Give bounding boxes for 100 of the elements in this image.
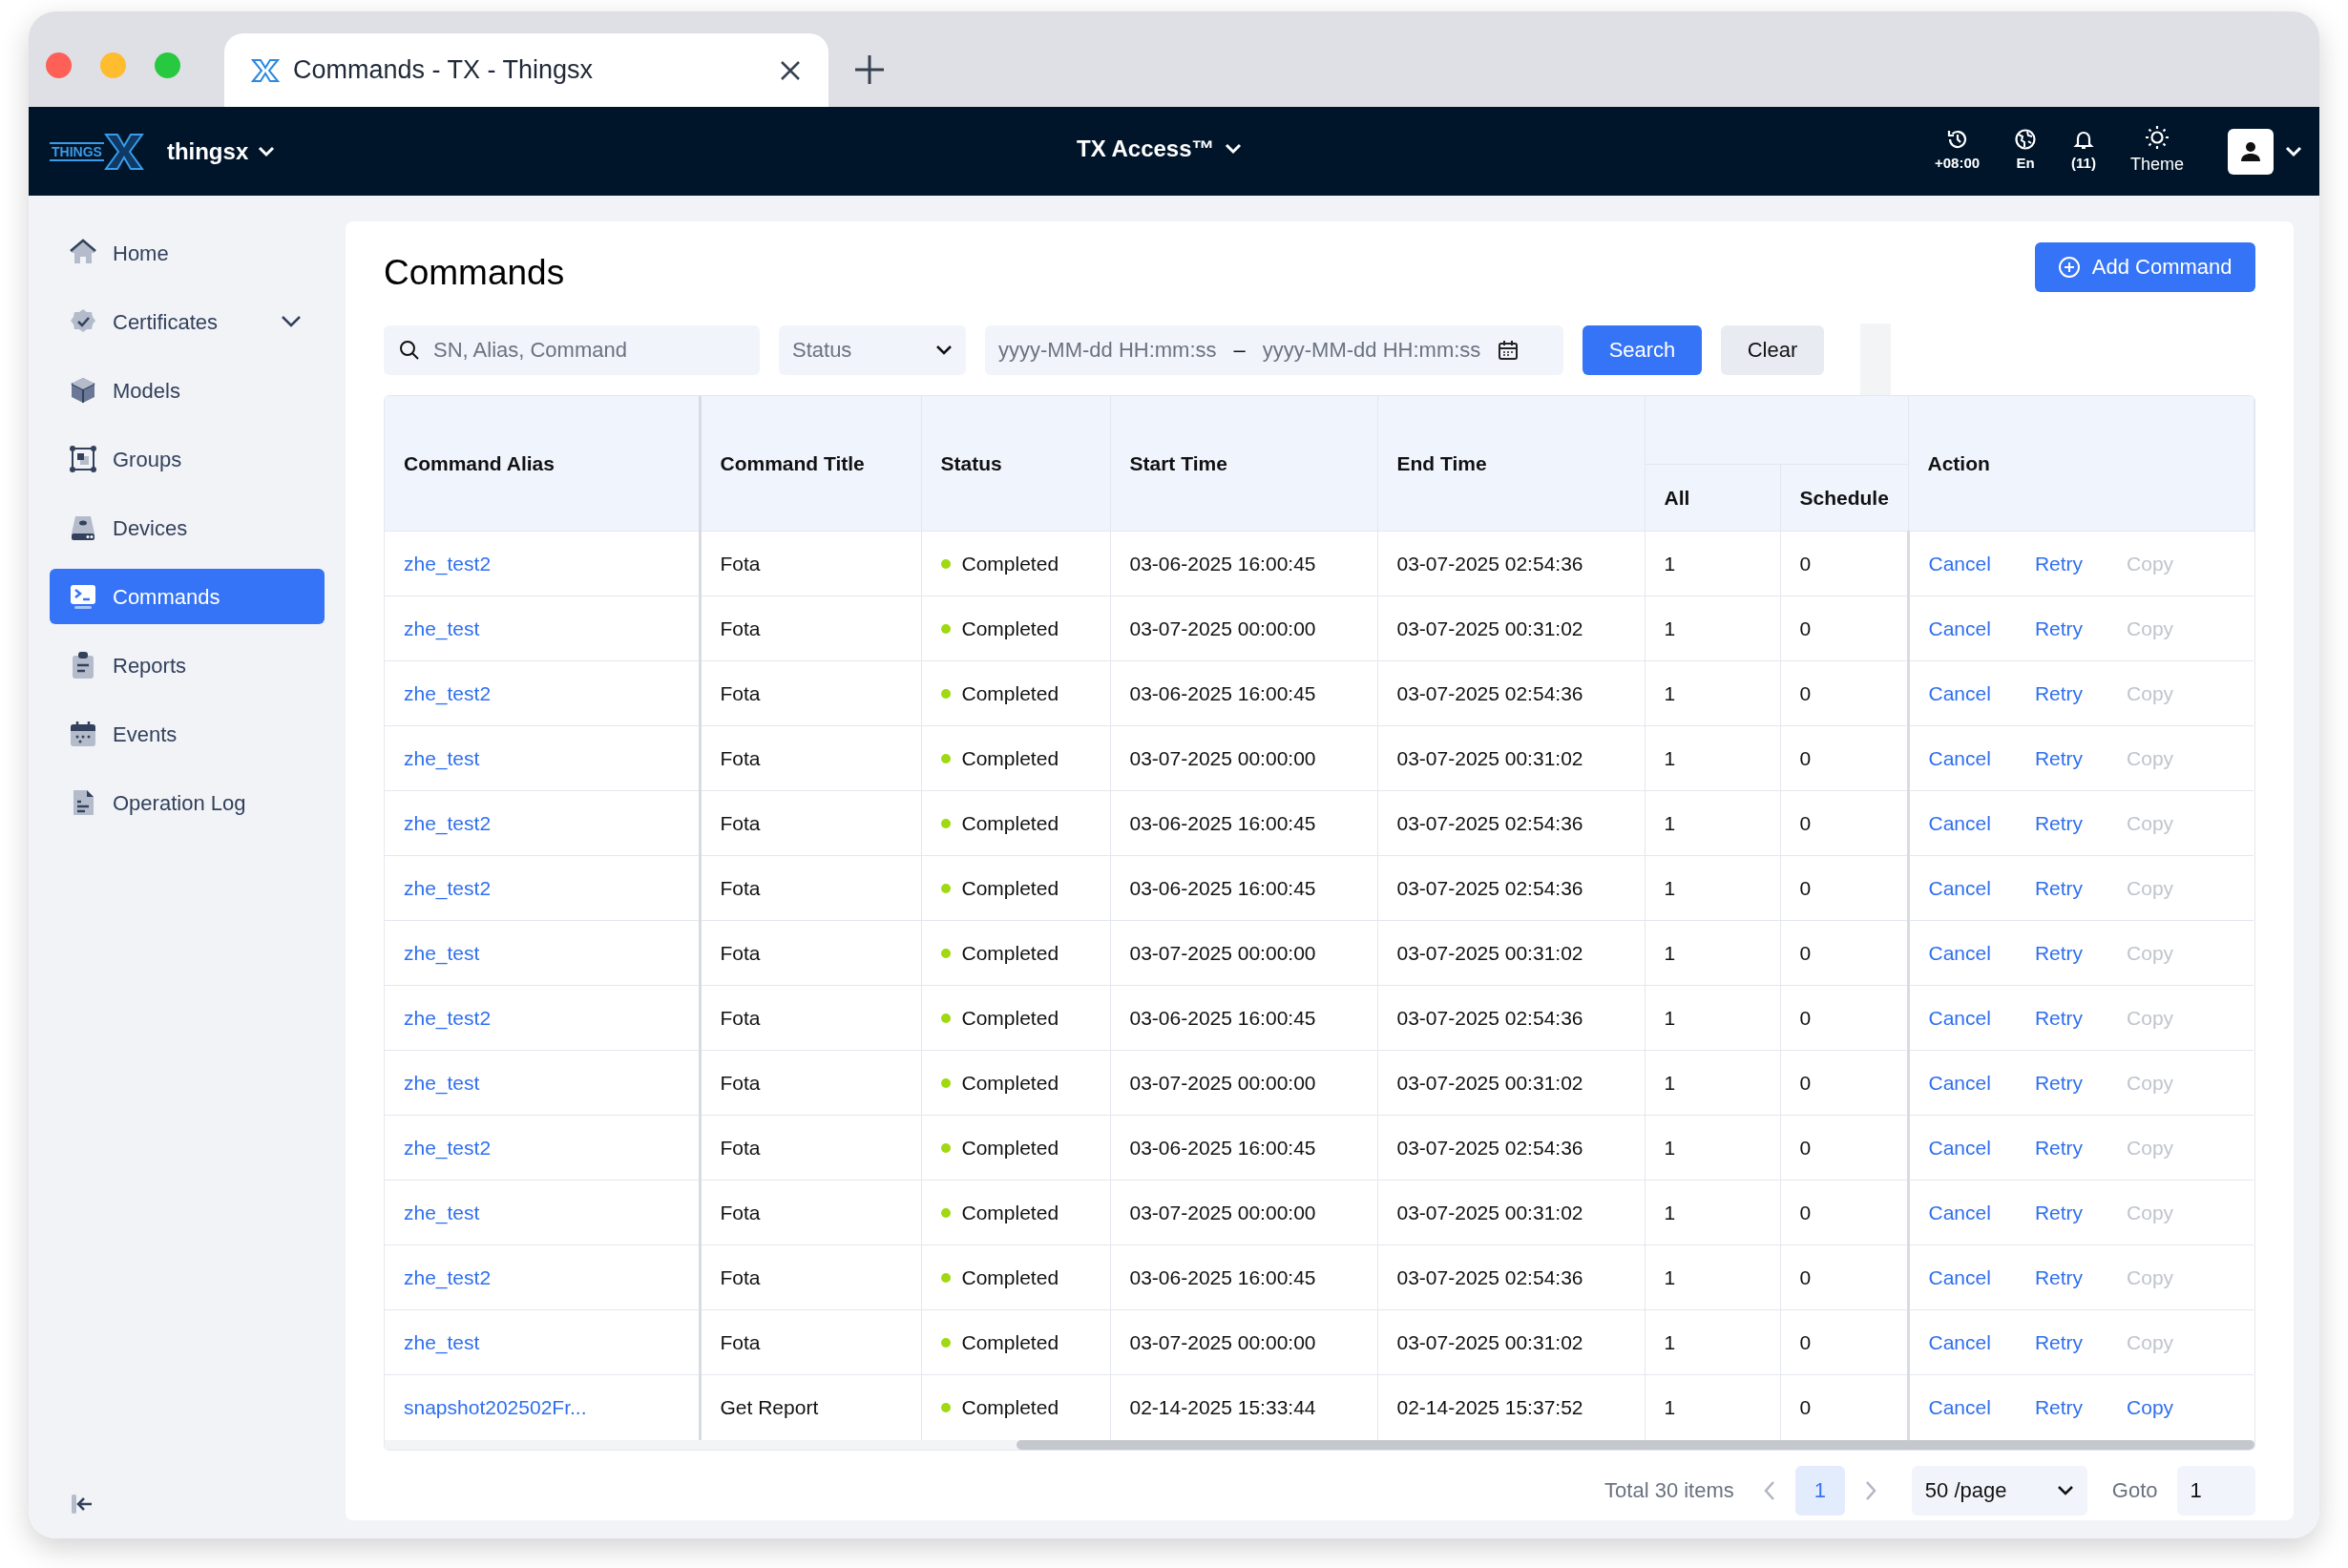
theme-button[interactable]: Theme [2129,125,2184,178]
command-alias-link[interactable]: zhe_test2 [404,1006,492,1029]
command-alias-link[interactable]: zhe_test [404,617,480,639]
command-alias-link[interactable]: zhe_test2 [404,876,492,899]
column-header: All [1645,464,1780,532]
clear-button[interactable]: Clear [1721,324,1824,375]
sidebar-item[interactable]: Models [50,363,325,418]
table-cell: 1 [1645,1244,1780,1310]
action-link[interactable]: Retry [2034,1392,2084,1423]
table-cell: 1 [1645,790,1780,856]
table-cell: 1 [1645,1115,1780,1181]
action-link[interactable]: Retry [2034,1132,2084,1163]
action-link[interactable]: Cancel [1928,1132,1991,1163]
status-text: Completed [961,1070,1059,1096]
action-link[interactable]: Retry [2034,742,2084,774]
action-link[interactable]: Retry [2034,1067,2084,1098]
notifications-button[interactable]: (11) [2071,128,2096,175]
command-alias-link[interactable]: zhe_test2 [404,811,492,834]
chevron-down-icon [258,145,276,157]
action-link[interactable]: Retry [2034,872,2084,904]
command-alias-link[interactable]: zhe_test [404,746,480,769]
action-link[interactable]: Retry [2034,937,2084,969]
action-link[interactable]: Cancel [1928,1002,1991,1034]
add-command-button[interactable]: Add Command [2034,241,2255,292]
action-link[interactable]: Retry [2034,807,2084,839]
action-link[interactable]: Cancel [1928,872,1991,904]
command-alias-link[interactable]: zhe_test [404,941,480,964]
table-cell: 1 [1645,660,1780,726]
action-link[interactable]: Cancel [1928,1392,1991,1423]
product-dropdown[interactable]: TX Access™ [1077,132,1242,166]
action-link[interactable]: Cancel [1928,548,1991,579]
sidebar-item[interactable]: Home [50,225,325,281]
command-alias-link[interactable]: zhe_test [404,1201,480,1223]
action-link[interactable]: Retry [2034,613,2084,644]
action-link[interactable]: Copy [2127,1392,2174,1423]
status-select[interactable]: Status [779,324,966,375]
table-cell: Fota [700,855,921,921]
table-cell: Fota [700,1180,921,1245]
command-alias-link[interactable]: zhe_test2 [404,681,492,704]
action-link[interactable]: Retry [2034,678,2084,709]
table-cell: 0 [1780,1180,1908,1245]
workspace-dropdown[interactable]: thingsx [166,134,276,169]
search-field[interactable]: SN, Alias, Command [384,324,760,375]
goto-field[interactable]: 1 [2176,1465,2255,1516]
table-cell: 03-07-2025 00:31:02 [1377,1309,1645,1375]
command-alias-link[interactable]: zhe_test2 [404,1136,492,1159]
sidebar-item[interactable]: Reports [50,638,325,693]
sidebar-item[interactable]: Groups [50,431,325,487]
page-number-button[interactable]: 1 [1794,1465,1845,1516]
search-button[interactable]: Search [1583,324,1702,375]
table-cell: 03-07-2025 00:00:00 [1110,1050,1377,1116]
action-link[interactable]: Retry [2034,1327,2084,1358]
action-link[interactable]: Retry [2034,1262,2084,1293]
table-cell: 0 [1780,985,1908,1051]
sidebar-item[interactable]: Events [50,706,325,762]
table-cell: 1 [1645,920,1780,986]
action-link[interactable]: Cancel [1928,613,1991,644]
action-link[interactable]: Cancel [1928,1067,1991,1098]
action-link[interactable]: Cancel [1928,678,1991,709]
action-link[interactable]: Retry [2034,1002,2084,1034]
action-link[interactable]: Cancel [1928,807,1991,839]
table-cell: 1 [1645,596,1780,661]
collapse-sidebar-icon[interactable] [71,1493,94,1516]
command-alias-link[interactable]: zhe_test [404,1071,480,1094]
new-tab-icon[interactable] [853,53,886,86]
action-link[interactable]: Cancel [1928,1327,1991,1358]
table-cell: 03-07-2025 02:54:36 [1377,985,1645,1051]
table-cell: Fota [700,531,921,596]
sidebar-item[interactable]: Commands [50,569,325,624]
command-alias-link[interactable]: snapshot202502Fr... [404,1396,587,1418]
command-alias-link[interactable]: zhe_test [404,1330,480,1353]
total-items-text: Total 30 items [1604,1477,1734,1504]
table-cell: 02-14-2025 15:33:44 [1110,1374,1377,1440]
table-cell: 03-06-2025 16:00:45 [1110,790,1377,856]
device-icon [69,513,97,542]
user-avatar-button[interactable] [2228,128,2274,175]
action-link[interactable]: Cancel [1928,1197,1991,1228]
close-tab-icon[interactable] [779,58,802,82]
browser-tab[interactable]: Commands - TX - Thingsx [224,33,828,107]
timezone-button[interactable]: +08:00 [1935,128,1981,175]
next-page-icon[interactable] [1863,1479,1877,1501]
action-link[interactable]: Retry [2034,1197,2084,1228]
globe-icon [2014,128,2038,152]
action-link[interactable]: Cancel [1928,1262,1991,1293]
page-size-select[interactable]: 50 /page [1911,1465,2087,1516]
action-link[interactable]: Retry [2034,548,2084,579]
page-title: Commands [384,252,565,294]
table-cell: Fota [700,985,921,1051]
sidebar-item[interactable]: Operation Log [50,775,325,830]
command-alias-link[interactable]: zhe_test2 [404,552,492,575]
user-icon [2239,139,2262,163]
date-range-field[interactable]: yyyy-MM-dd HH:mm:ss – yyyy-MM-dd HH:mm:ss [985,324,1563,375]
action-link[interactable]: Cancel [1928,937,1991,969]
command-alias-link[interactable]: zhe_test2 [404,1265,492,1288]
previous-page-icon[interactable] [1762,1479,1776,1501]
horizontal-scrollbar[interactable] [385,1439,2254,1450]
sidebar-item[interactable]: Devices [50,500,325,555]
language-button[interactable]: En [2014,128,2038,175]
sidebar-item[interactable]: Certificates [50,294,325,349]
action-link[interactable]: Cancel [1928,742,1991,774]
